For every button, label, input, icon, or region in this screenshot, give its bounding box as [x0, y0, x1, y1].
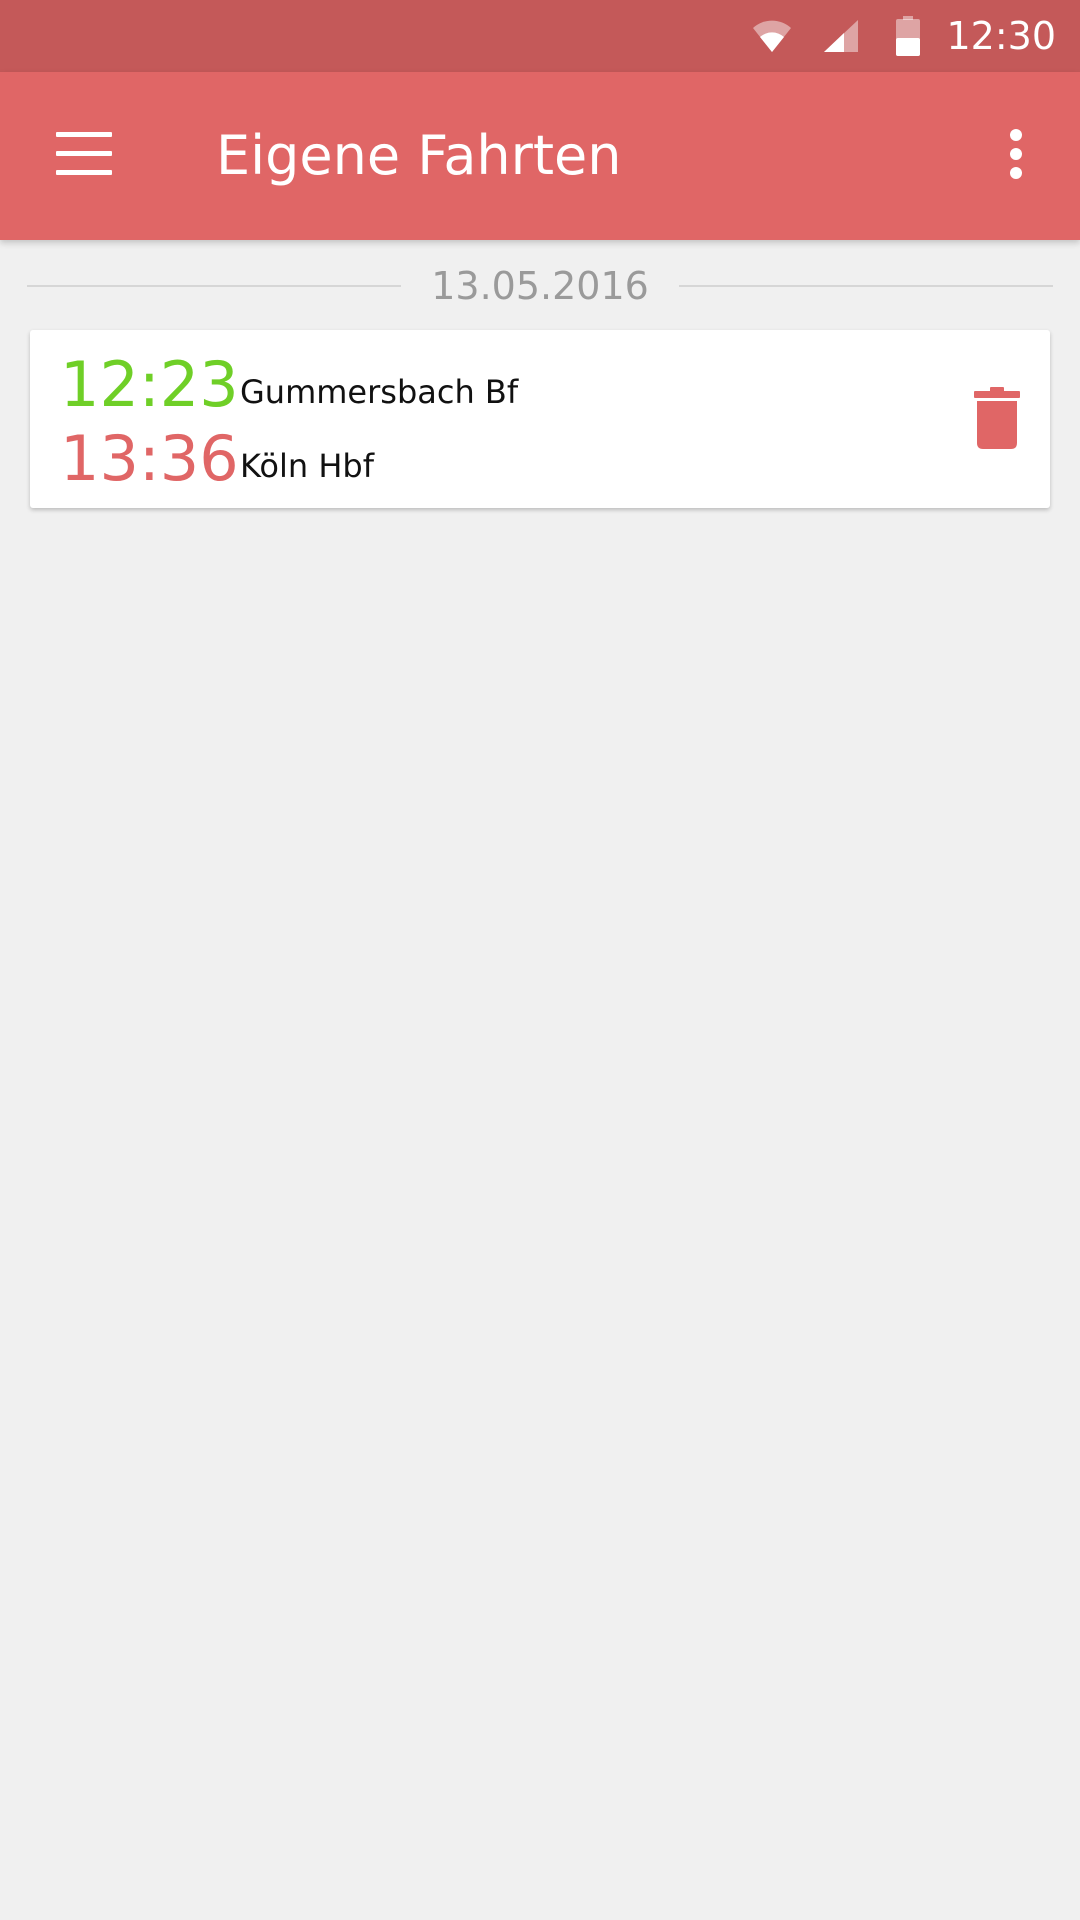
status-icons: 12:30	[752, 0, 1056, 72]
app-bar: Eigene Fahrten	[0, 72, 1080, 240]
hamburger-menu-icon	[56, 132, 112, 180]
divider-right	[678, 285, 1054, 287]
arrival-station: Köln Hbf	[240, 447, 374, 485]
delete-icon	[974, 387, 1020, 453]
menu-button[interactable]	[44, 116, 124, 196]
status-time: 12:30	[946, 14, 1056, 58]
divider-left	[27, 285, 402, 287]
more-vert-icon	[1008, 129, 1024, 183]
date-separator: 13.05.2016	[27, 258, 1054, 314]
battery-icon	[896, 16, 921, 56]
wifi-icon	[752, 18, 792, 54]
overflow-menu-button[interactable]	[976, 116, 1056, 196]
arrival-time: 13:36	[60, 422, 239, 495]
status-bar: 12:30	[0, 0, 1080, 72]
departure-station: Gummersbach Bf	[240, 373, 519, 411]
cell-signal-icon	[822, 18, 860, 54]
page-title: Eigene Fahrten	[216, 124, 622, 187]
trip-card[interactable]: 12:23 Gummersbach Bf 13:36 Köln Hbf	[30, 330, 1050, 508]
departure-time: 12:23	[60, 348, 239, 421]
date-label: 13.05.2016	[431, 264, 649, 308]
delete-trip-button[interactable]	[962, 380, 1032, 460]
